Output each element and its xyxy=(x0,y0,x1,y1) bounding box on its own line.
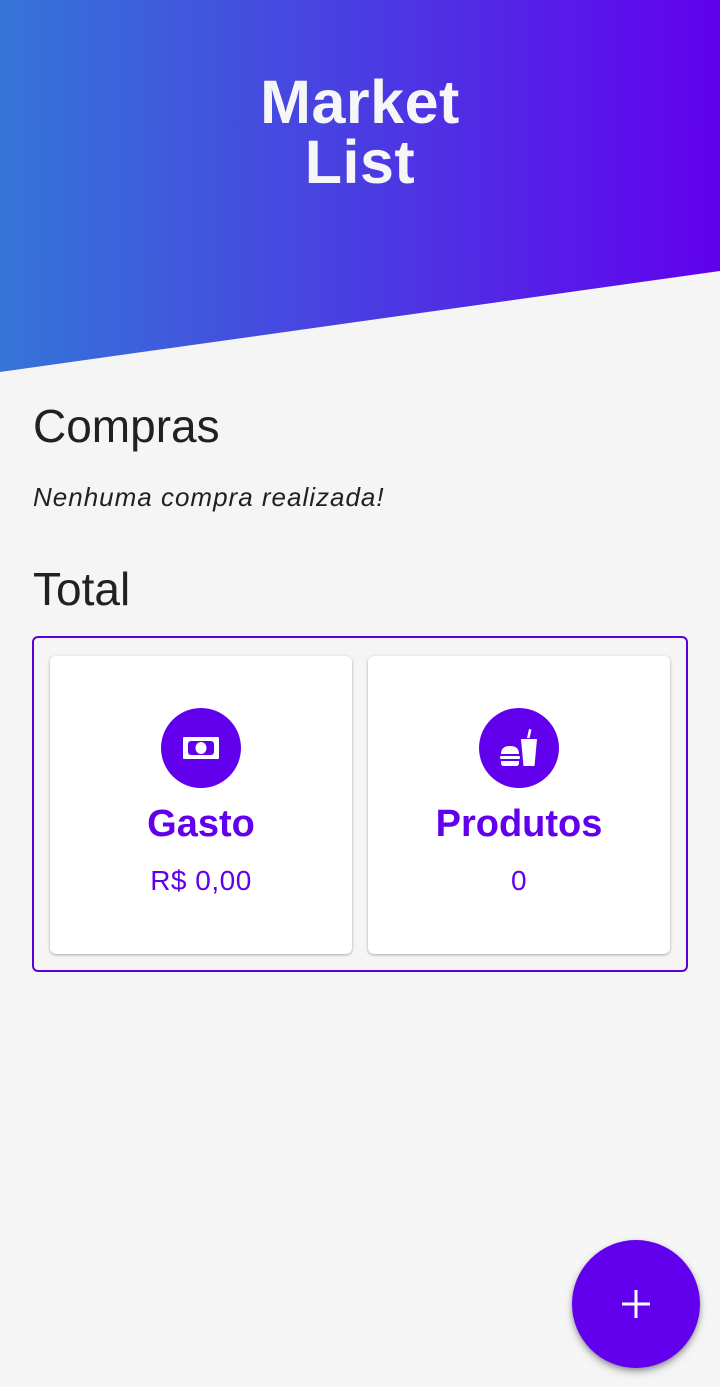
total-section-title: Total xyxy=(33,563,131,615)
app-title-line2: List xyxy=(304,128,416,196)
app-title-line1: Market xyxy=(260,68,460,136)
add-purchase-button[interactable] xyxy=(572,1240,700,1368)
money-bill-icon xyxy=(161,708,241,788)
produtos-value: 0 xyxy=(510,865,528,896)
compras-section-title: Compras xyxy=(33,400,220,452)
fast-food-icon xyxy=(479,708,559,788)
plus-icon xyxy=(622,1290,650,1318)
gasto-value: R$ 0,00 xyxy=(150,865,252,896)
produtos-label: Produtos xyxy=(435,803,603,845)
totals-container: Gasto R$ 0,00 Produtos 0 xyxy=(32,636,688,972)
empty-purchases-message: Nenhuma compra realizada! xyxy=(33,482,385,512)
app-title: Market List xyxy=(0,68,720,196)
produtos-card: Produtos 0 xyxy=(368,656,670,954)
gasto-card: Gasto R$ 0,00 xyxy=(50,656,352,954)
gasto-label: Gasto xyxy=(147,803,255,845)
